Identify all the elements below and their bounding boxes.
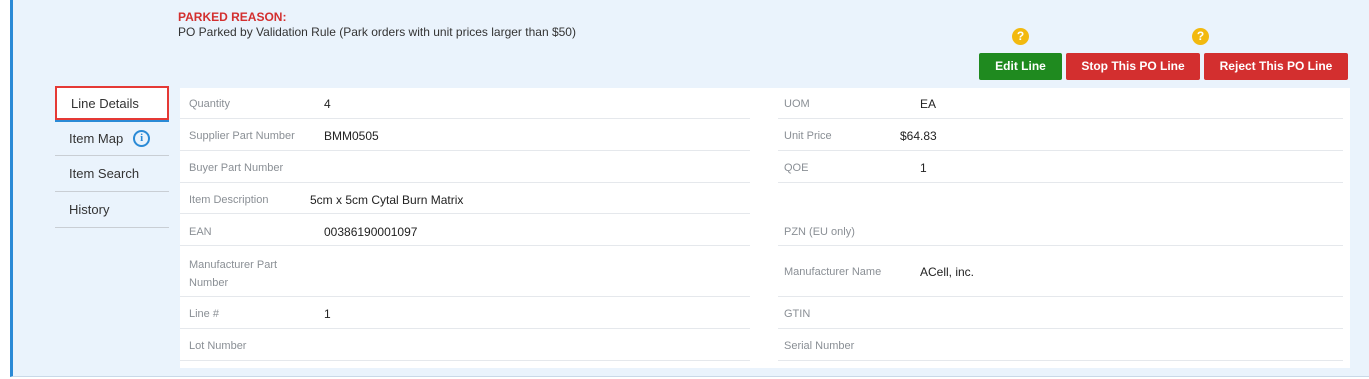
field-label: Buyer Part Number xyxy=(189,162,284,174)
field-label: QOE xyxy=(784,162,809,174)
tab-label: Line Details xyxy=(71,95,139,111)
field-value: $64.83 xyxy=(900,129,937,143)
field-label: Quantity xyxy=(189,98,230,110)
field-row: Unit Price $64.83 xyxy=(778,120,1343,151)
field-row: Manufacturer Name ACell, inc. xyxy=(778,247,1343,297)
tab-label: Item Search xyxy=(69,166,140,181)
tab-label: History xyxy=(69,202,110,217)
tab-line-details[interactable]: Line Details xyxy=(55,86,169,120)
field-row: Item Description 5cm x 5cm Cytal Burn Ma… xyxy=(180,183,750,214)
field-row: Quantity 4 xyxy=(180,88,750,119)
tab-history[interactable]: History xyxy=(55,192,169,228)
parked-reason-title: PARKED REASON: xyxy=(178,10,287,24)
field-label: Line # xyxy=(189,308,219,320)
edit-help-icon[interactable]: ? xyxy=(1012,28,1029,45)
field-row: Buyer Part Number xyxy=(180,152,750,183)
field-row: GTIN xyxy=(778,298,1343,329)
field-row: Serial Number xyxy=(778,330,1343,361)
field-row: Line # 1 xyxy=(180,298,750,329)
field-label: GTIN xyxy=(784,308,811,320)
reject-po-line-button[interactable]: Reject This PO Line xyxy=(1204,53,1348,80)
field-label: PZN (EU only) xyxy=(784,226,855,238)
parked-reason-message: PO Parked by Validation Rule (Park order… xyxy=(178,25,576,39)
edit-line-button[interactable]: Edit Line xyxy=(979,53,1062,80)
field-value: 1 xyxy=(324,307,331,321)
field-label: Manufacturer Name xyxy=(784,266,882,278)
field-value: EA xyxy=(920,97,937,111)
line-detail-panel: PARKED REASON: PO Parked by Validation R… xyxy=(10,0,1369,377)
field-value: 1 xyxy=(920,161,927,175)
field-label: EAN xyxy=(189,226,212,238)
field-row xyxy=(778,183,1343,214)
field-row: PZN (EU only) xyxy=(778,215,1343,246)
field-value: 4 xyxy=(324,97,331,111)
field-value: 5cm x 5cm Cytal Burn Matrix xyxy=(310,193,464,207)
tab-item-search[interactable]: Item Search xyxy=(55,156,169,192)
parked-reason: PARKED REASON: PO Parked by Validation R… xyxy=(178,10,878,39)
field-row: EAN 00386190001097 xyxy=(180,215,750,246)
field-label: Lot Number xyxy=(189,340,247,352)
reject-help-icon[interactable]: ? xyxy=(1192,28,1209,45)
field-row: Lot Number xyxy=(180,330,750,361)
field-row: Supplier Part Number BMM0505 xyxy=(180,120,750,151)
field-label: Unit Price xyxy=(784,130,832,142)
field-row: UOM EA xyxy=(778,88,1343,119)
stop-po-line-button[interactable]: Stop This PO Line xyxy=(1066,53,1200,80)
field-label: UOM xyxy=(784,98,810,110)
tab-item-map[interactable]: Item Map i xyxy=(55,120,169,156)
field-label: Supplier Part Number xyxy=(189,130,295,142)
field-label: Item Description xyxy=(189,194,269,206)
field-row: Manufacturer Part Number xyxy=(180,247,750,297)
field-value: BMM0505 xyxy=(324,129,379,143)
detail-tabs: Line Details Item Map i Item Search Hist… xyxy=(55,86,169,228)
field-row: QOE 1 xyxy=(778,152,1343,183)
line-details-grid: Quantity 4 Supplier Part Number BMM0505 … xyxy=(180,88,1350,368)
field-value: 00386190001097 xyxy=(324,225,418,239)
field-label: Manufacturer Part Number xyxy=(189,259,278,289)
field-label: Serial Number xyxy=(784,340,855,352)
tab-label: Item Map xyxy=(69,131,124,146)
field-value: ACell, inc. xyxy=(920,265,975,279)
info-icon[interactable]: i xyxy=(133,130,151,147)
